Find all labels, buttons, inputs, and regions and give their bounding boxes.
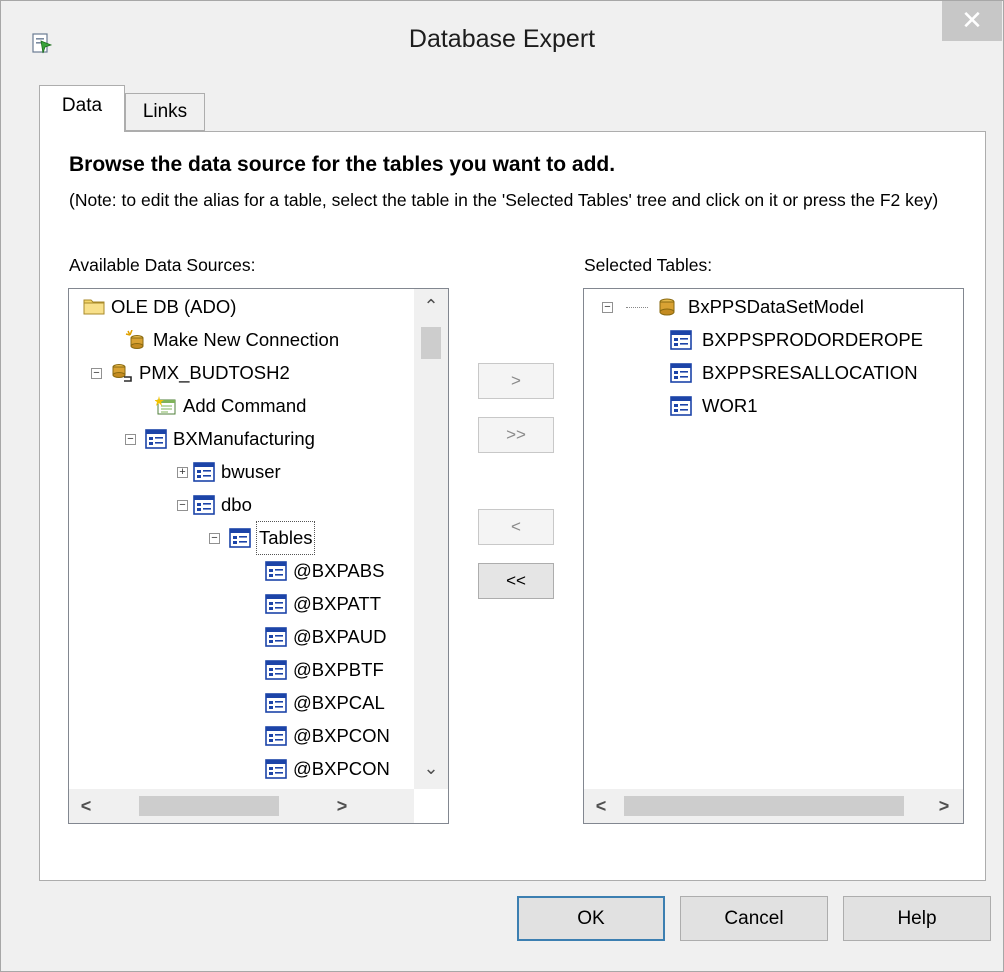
tree-item[interactable]: @BXPCAL [69,687,448,719]
tree-item-label: BXPPSPRODORDEROPE [702,329,924,350]
selected-tables-tree[interactable]: − BxPPSDataSetModel BXPPSPRODORDEROPE BXPPS… [583,288,964,824]
tree-item[interactable]: @BXPATT [69,588,448,620]
tree-item-label: dbo [221,494,252,515]
scroll-up-icon[interactable]: ⌃ [414,289,448,323]
tree-item-label: BXManufacturing [173,428,315,449]
collapse-icon[interactable]: − [602,302,613,313]
table-icon [265,660,287,680]
table-icon [193,462,215,482]
database-connection-icon [111,363,132,382]
table-icon [265,627,287,647]
panel-heading: Browse the data source for the tables yo… [69,153,616,176]
ok-button[interactable]: OK [517,896,665,941]
scroll-left-icon[interactable]: < [584,789,618,823]
table-icon [670,363,692,383]
tree-item-label: Add Command [183,395,307,416]
tree-item[interactable]: WOR1 [584,390,963,422]
tree-item-label: bwuser [221,461,281,482]
tree-item-label: @BXPCAL [293,692,385,713]
tree-item-label: @BXPBTF [293,659,384,680]
tree-item-label: BXPPSRESALLOCATION [702,362,918,383]
scroll-right-icon[interactable]: > [325,789,359,823]
scroll-thumb[interactable] [421,327,441,359]
scroll-right-icon[interactable]: > [927,789,961,823]
horizontal-scrollbar[interactable]: < > [584,789,963,823]
tree-item-label: Tables [255,521,316,555]
remove-all-button[interactable]: << [478,563,554,599]
tree-item[interactable]: @BXPAUD [69,621,448,653]
tree-item[interactable]: − BXManufacturing [69,423,448,455]
tree-item[interactable]: − Tables [69,521,448,555]
cancel-button[interactable]: Cancel [680,896,828,941]
tree-item[interactable]: BXPPSRESALLOCATION [584,357,963,389]
tree-item-label: Make New Connection [153,329,340,350]
new-connection-icon [125,330,145,349]
collapse-icon[interactable]: − [177,500,188,511]
tree-item[interactable]: BXPPSPRODORDEROPE [584,324,963,356]
tree-item-label: BxPPSDataSetModel [688,296,864,317]
tree-item[interactable]: Add Command [69,390,448,422]
tree-item-label: @BXPCON [293,758,390,779]
tree-item-label: @BXPATT [293,593,381,614]
available-sources-tree[interactable]: OLE DB (ADO) Make New Connection − PMX_BUDT… [68,288,449,824]
table-icon [265,726,287,746]
tree-item[interactable]: − dbo [69,489,448,521]
tree-item-label: @BXPABS [293,560,385,581]
collapse-icon[interactable]: − [209,533,220,544]
tree-item-label: @BXPAUD [293,626,387,647]
add-command-icon [155,396,176,415]
hscroll-thumb[interactable] [139,796,279,816]
table-icon [265,594,287,614]
tree-item[interactable]: @BXPCON [69,720,448,752]
tree-item-label: OLE DB (ADO) [111,296,237,317]
tab-data[interactable]: Data [39,85,125,132]
panel-note: (Note: to edit the alias for a table, se… [69,190,939,210]
scroll-down-icon[interactable]: ⌄ [414,751,448,785]
scroll-left-icon[interactable]: < [69,789,103,823]
table-icon [670,330,692,350]
close-button[interactable]: ✕ [942,1,1002,41]
add-all-button[interactable]: >> [478,417,554,453]
table-icon [145,429,167,449]
add-button[interactable]: > [478,363,554,399]
table-icon [265,693,287,713]
expand-icon[interactable]: + [177,467,188,478]
tree-item-label: WOR1 [702,395,758,416]
title-bar[interactable]: Database Expert ✕ [1,1,1003,83]
help-button[interactable]: Help [843,896,991,941]
tree-item[interactable]: + bwuser [69,456,448,488]
folder-icon [83,297,105,315]
tree-item[interactable]: @BXPBTF [69,654,448,686]
table-icon [670,396,692,416]
tree-item[interactable]: @BXPCON [69,753,448,785]
horizontal-scrollbar[interactable]: < > [69,789,414,823]
tree-item-label: PMX_BUDTOSH2 [139,362,290,383]
tree-item-label: @BXPCON [293,725,390,746]
table-icon [265,759,287,779]
hscroll-thumb[interactable] [624,796,904,816]
dataset-icon [656,297,676,316]
available-sources-label: Available Data Sources: [69,255,256,275]
remove-button[interactable]: < [478,509,554,545]
selected-tables-label: Selected Tables: [584,255,713,275]
tree-item[interactable]: @BXPABS [69,555,448,587]
table-icon [229,528,251,548]
tree-item[interactable]: Make New Connection [69,324,448,356]
database-expert-window: Database Expert ✕ Data Links Browse the … [0,0,1004,972]
tree-item[interactable]: − PMX_BUDTOSH2 [69,357,448,389]
table-icon [193,495,215,515]
table-icon [265,561,287,581]
vertical-scrollbar[interactable]: ⌃ ⌄ [414,289,448,789]
tab-links[interactable]: Links [125,93,205,131]
tree-connector [626,307,648,308]
window-title: Database Expert [408,25,596,53]
close-icon: ✕ [961,5,983,35]
tree-item[interactable]: OLE DB (ADO) [69,291,448,323]
collapse-icon[interactable]: − [125,434,136,445]
collapse-icon[interactable]: − [91,368,102,379]
